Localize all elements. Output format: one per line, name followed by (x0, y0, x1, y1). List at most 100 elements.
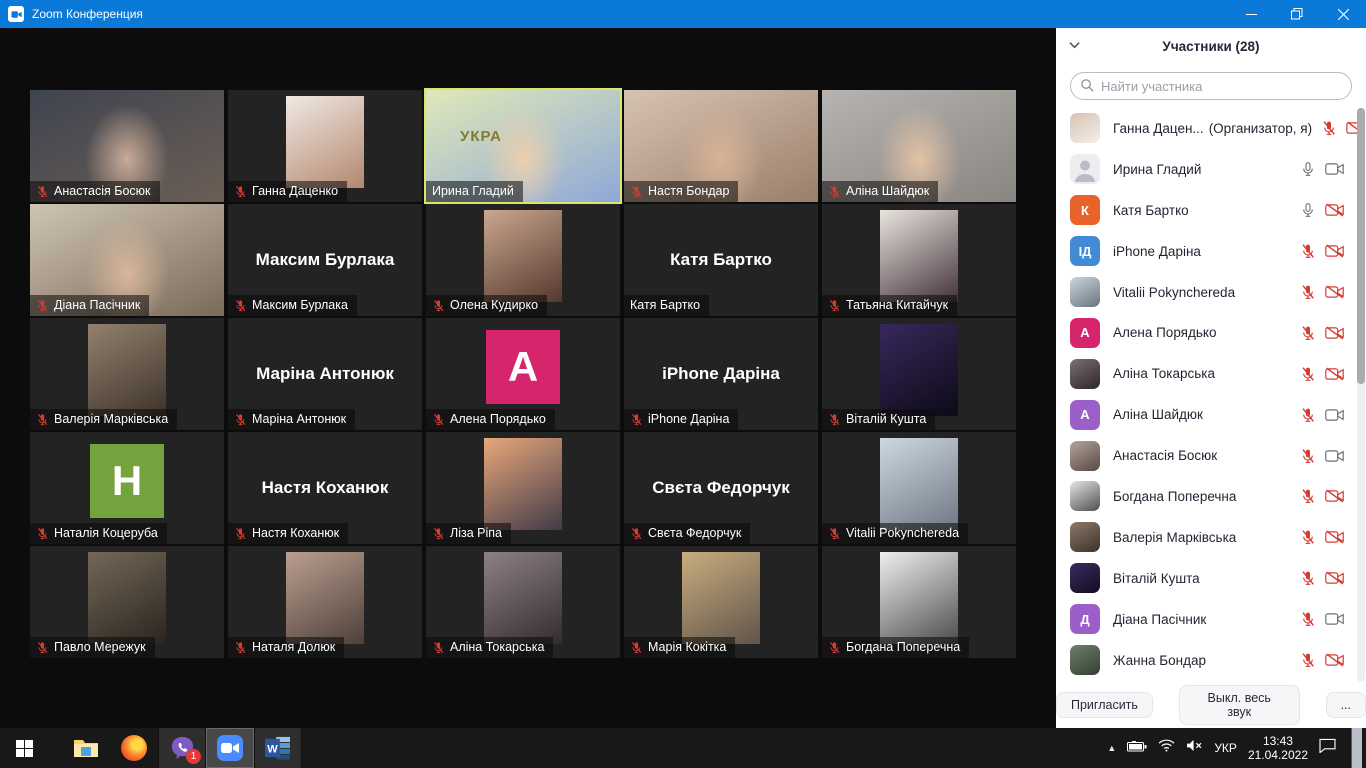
participant-row[interactable]: Аліна Токарська (1056, 353, 1366, 394)
file-explorer-button[interactable] (62, 728, 110, 768)
mic-muted-icon[interactable] (1300, 243, 1316, 259)
participant-avatar (1070, 113, 1100, 143)
video-tile[interactable]: Богдана Поперечна (822, 546, 1016, 658)
start-button[interactable] (0, 728, 48, 768)
video-tile[interactable]: Діана Пасічник (30, 204, 224, 316)
mute-all-button[interactable]: Выкл. весь звук (1179, 685, 1300, 725)
camera-off-icon[interactable] (1325, 244, 1344, 258)
mic-muted-icon[interactable] (1300, 366, 1316, 382)
language-indicator[interactable]: УКР (1214, 741, 1237, 755)
video-tile[interactable]: Віталій Кушта (822, 318, 1016, 430)
mic-muted-icon[interactable] (1300, 448, 1316, 464)
video-tile[interactable]: Ліза Ріпа (426, 432, 620, 544)
video-tile[interactable]: Свєта ФедорчукСвєта Федорчук (624, 432, 818, 544)
mic-muted-icon[interactable] (1300, 652, 1316, 668)
video-tile[interactable]: Наталя Долюк (228, 546, 422, 658)
video-tile[interactable]: Павло Мережук (30, 546, 224, 658)
battery-icon[interactable] (1127, 739, 1147, 757)
camera-off-icon[interactable] (1325, 489, 1344, 503)
participant-row[interactable]: Ганна Дацен...(Организатор, я) (1056, 108, 1366, 149)
video-tile[interactable]: Ганна Даценко (228, 90, 422, 202)
mic-on-icon[interactable] (1300, 161, 1316, 177)
mic-muted-icon[interactable] (1300, 611, 1316, 627)
camera-on-icon[interactable] (1325, 408, 1344, 422)
mic-muted-icon[interactable] (1321, 120, 1337, 136)
participant-row[interactable]: ККатя Бартко (1056, 190, 1366, 231)
camera-on-icon[interactable] (1325, 162, 1344, 176)
video-tile[interactable]: Настя КоханюкНастя Коханюк (228, 432, 422, 544)
mic-on-icon[interactable] (1300, 202, 1316, 218)
participant-row[interactable]: Ирина Гладий (1056, 149, 1366, 190)
restore-button[interactable] (1274, 0, 1320, 28)
mic-muted-icon[interactable] (1300, 325, 1316, 341)
video-tile[interactable]: УКРАИрина Гладий (426, 90, 620, 202)
camera-off-icon[interactable] (1325, 367, 1344, 381)
show-desktop-button[interactable] (1351, 728, 1362, 768)
camera-off-icon (1325, 285, 1344, 299)
video-tile[interactable]: ННаталія Коцеруба (30, 432, 224, 544)
camera-off-icon[interactable] (1325, 653, 1344, 667)
mic-muted-icon[interactable] (1300, 407, 1316, 423)
camera-on-icon[interactable] (1325, 449, 1344, 463)
participant-row[interactable]: Жанна Бондар (1056, 640, 1366, 681)
participant-row[interactable]: Богдана Поперечна (1056, 476, 1366, 517)
participant-avatar: Д (1070, 604, 1100, 634)
search-input[interactable] (1070, 72, 1352, 100)
video-tile[interactable]: Марія Кокітка (624, 546, 818, 658)
video-tile[interactable]: Олена Кудирко (426, 204, 620, 316)
action-center-icon[interactable] (1319, 738, 1336, 758)
camera-off-icon[interactable] (1325, 203, 1344, 217)
participant-row[interactable]: ААлена Порядько (1056, 312, 1366, 353)
video-tile[interactable]: Катя БарткоКатя Бартко (624, 204, 818, 316)
tray-chevron-up-icon[interactable]: ▲ (1107, 743, 1116, 753)
profile-photo (88, 552, 166, 644)
participant-avatar (1070, 277, 1100, 307)
more-options-button[interactable]: ... (1326, 692, 1366, 718)
mic-muted-icon[interactable] (1300, 570, 1316, 586)
chevron-down-icon[interactable] (1068, 38, 1084, 54)
wifi-icon[interactable] (1158, 739, 1175, 757)
invite-button[interactable]: Пригласить (1056, 692, 1153, 718)
video-tile[interactable]: iPhone ДарінаiPhone Даріна (624, 318, 818, 430)
close-button[interactable] (1320, 0, 1366, 28)
participant-row[interactable]: ІДiPhone Даріна (1056, 231, 1366, 272)
tile-name-label: Настя Коханюк (228, 523, 348, 544)
participant-row[interactable]: ААліна Шайдюк (1056, 394, 1366, 435)
camera-off-icon[interactable] (1325, 530, 1344, 544)
video-tile[interactable]: Аліна Токарська (426, 546, 620, 658)
video-tile[interactable]: Валерія Марківська (30, 318, 224, 430)
viber-button[interactable]: 1 (158, 728, 206, 768)
video-tile[interactable]: ААлена Порядько (426, 318, 620, 430)
video-tile[interactable]: Маріна АнтонюкМаріна Антонюк (228, 318, 422, 430)
mic-muted-icon[interactable] (1300, 529, 1316, 545)
video-tile[interactable]: Vitalii Pokynchereda (822, 432, 1016, 544)
camera-off-icon[interactable] (1325, 326, 1344, 340)
participant-name: Жанна Бондар (1113, 653, 1206, 668)
tile-participant-name: Ирина Гладий (432, 184, 514, 198)
mic-muted-icon[interactable] (1300, 284, 1316, 300)
video-tile[interactable]: Настя Бондар (624, 90, 818, 202)
minimize-button[interactable] (1228, 0, 1274, 28)
mic-muted-icon (1300, 407, 1316, 423)
scrollbar-thumb[interactable] (1357, 108, 1365, 384)
video-tile[interactable]: Максим БурлакаМаксим Бурлака (228, 204, 422, 316)
participant-row[interactable]: ДДіана Пасічник (1056, 599, 1366, 640)
participant-row[interactable]: Віталій Кушта (1056, 558, 1366, 599)
clock[interactable]: 13:43 21.04.2022 (1248, 734, 1308, 762)
zoom-button[interactable] (206, 728, 254, 768)
participant-row[interactable]: Vitalii Pokynchereda (1056, 272, 1366, 313)
mic-muted-icon (432, 413, 445, 426)
video-tile[interactable]: Татьяна Китайчук (822, 204, 1016, 316)
scrollbar[interactable] (1357, 108, 1365, 682)
camera-off-icon[interactable] (1325, 571, 1344, 585)
participant-row[interactable]: Анастасія Босюк (1056, 435, 1366, 476)
camera-off-icon[interactable] (1325, 285, 1344, 299)
video-tile[interactable]: Анастасія Босюк (30, 90, 224, 202)
volume-muted-icon[interactable] (1186, 739, 1203, 757)
word-button[interactable]: W (254, 728, 302, 768)
video-tile[interactable]: Аліна Шайдюк (822, 90, 1016, 202)
camera-on-icon[interactable] (1325, 612, 1344, 626)
mic-muted-icon[interactable] (1300, 488, 1316, 504)
firefox-button[interactable] (110, 728, 158, 768)
participant-row[interactable]: Валерія Марківська (1056, 517, 1366, 558)
